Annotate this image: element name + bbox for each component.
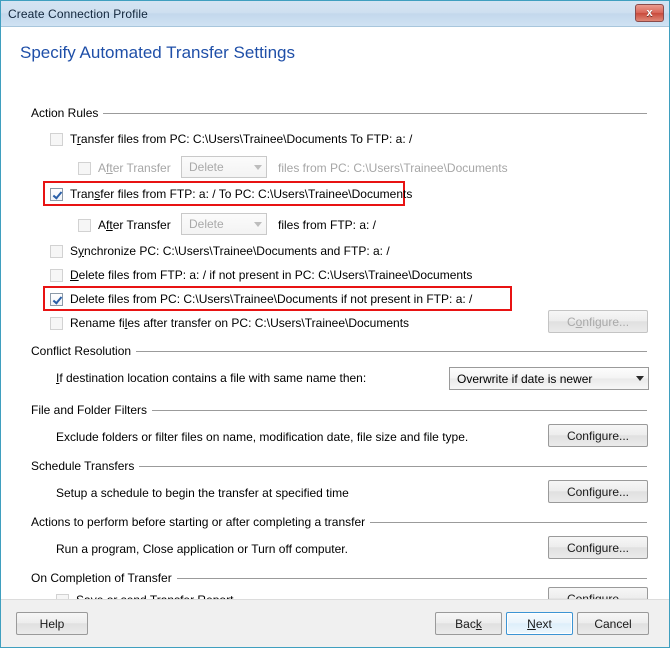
dropdown-value-after-transfer-action-ftp: Delete bbox=[189, 217, 224, 231]
schedule-transfers-description: Setup a schedule to begin the transfer a… bbox=[56, 486, 349, 500]
dropdown-value-conflict-resolution: Overwrite if date is newer bbox=[457, 371, 593, 386]
checkbox-row-after-transfer-ftp[interactable]: After Transfer bbox=[78, 218, 171, 232]
group-header-on-completion: On Completion of Transfer bbox=[31, 571, 647, 585]
file-folder-filters-label: Exclude folders or filter files on name,… bbox=[56, 430, 469, 444]
group-header-schedule-transfers: Schedule Transfers bbox=[31, 459, 647, 473]
next-button[interactable]: Next bbox=[506, 612, 573, 635]
checkbox-row-synchronize[interactable]: Synchronize PC: C:\Users\Trainee\Documen… bbox=[50, 244, 390, 258]
configure-button-filters-label: Configure... bbox=[566, 428, 630, 443]
checkbox-after-transfer-ftp[interactable] bbox=[78, 218, 91, 232]
group-header-actions-before-after: Actions to perform before starting or af… bbox=[31, 515, 647, 529]
dropdown-after-transfer-action-ftp[interactable]: Delete bbox=[181, 213, 267, 235]
dropdown-conflict-resolution[interactable]: Overwrite if date is newer bbox=[449, 367, 649, 390]
checkbox-transfer-pc-to-ftp[interactable] bbox=[50, 132, 63, 146]
back-button[interactable]: Back bbox=[435, 612, 502, 635]
configure-button-rename[interactable]: Configure... bbox=[548, 310, 648, 333]
checkbox-label-delete-pc-not-in-ftp: Delete files from PC: C:\Users\Trainee\D… bbox=[70, 292, 473, 306]
after-transfer-suffix-label-ftp: files from FTP: a: / bbox=[278, 218, 377, 232]
chevron-down-icon bbox=[254, 164, 262, 170]
checkbox-row-delete-ftp-not-in-pc[interactable]: Delete files from FTP: a: / if not prese… bbox=[50, 268, 472, 282]
group-divider bbox=[176, 578, 647, 579]
group-divider bbox=[103, 113, 647, 114]
actions-before-after-label: Run a program, Close application or Turn… bbox=[56, 542, 348, 556]
configure-button-filters[interactable]: Configure... bbox=[548, 424, 648, 447]
group-label-file-folder-filters: File and Folder Filters bbox=[31, 403, 148, 417]
conflict-resolution-description: If destination location contains a file … bbox=[56, 371, 366, 385]
checkbox-label-transfer-ftp-to-pc: Transfer files from FTP: a: / To PC: C:\… bbox=[70, 187, 413, 201]
file-folder-filters-description: Exclude folders or filter files on name,… bbox=[56, 430, 468, 444]
cancel-button[interactable]: Cancel bbox=[577, 612, 649, 635]
group-label-actions-before-after: Actions to perform before starting or af… bbox=[31, 515, 366, 529]
create-connection-profile-dialog: Create Connection Profile x Specify Auto… bbox=[0, 0, 670, 648]
checkbox-delete-pc-not-in-ftp[interactable] bbox=[50, 292, 63, 306]
group-header-file-folder-filters: File and Folder Filters bbox=[31, 403, 647, 417]
back-button-label: Back bbox=[455, 616, 482, 631]
group-divider bbox=[152, 410, 647, 411]
group-label-schedule-transfers: Schedule Transfers bbox=[31, 459, 135, 473]
checkbox-row-after-transfer-pc[interactable]: After Transfer bbox=[78, 161, 171, 175]
checkbox-synchronize[interactable] bbox=[50, 244, 63, 258]
configure-button-actions[interactable]: Configure... bbox=[548, 536, 648, 559]
group-header-conflict-resolution: Conflict Resolution bbox=[31, 344, 647, 358]
actions-before-after-description: Run a program, Close application or Turn… bbox=[56, 542, 348, 556]
close-icon[interactable]: x bbox=[635, 4, 664, 22]
dialog-footer: Help Back Next Cancel bbox=[1, 599, 669, 647]
configure-button-rename-label: Configure... bbox=[566, 314, 630, 329]
group-label-conflict-resolution: Conflict Resolution bbox=[31, 344, 132, 358]
checkbox-row-delete-pc-not-in-ftp[interactable]: Delete files from PC: C:\Users\Trainee\D… bbox=[50, 292, 472, 306]
checkbox-label-transfer-pc-to-ftp: Transfer files from PC: C:\Users\Trainee… bbox=[70, 132, 413, 146]
checkbox-transfer-ftp-to-pc[interactable] bbox=[50, 187, 63, 201]
checkbox-label-synchronize: Synchronize PC: C:\Users\Trainee\Documen… bbox=[70, 244, 390, 258]
conflict-resolution-label: If destination location contains a file … bbox=[56, 371, 367, 385]
dropdown-value-after-transfer-action-pc: Delete bbox=[189, 160, 224, 174]
configure-button-actions-label: Configure... bbox=[566, 540, 630, 555]
configure-button-schedule[interactable]: Configure... bbox=[548, 480, 648, 503]
window-title: Create Connection Profile bbox=[8, 6, 148, 21]
title-bar[interactable]: Create Connection Profile x bbox=[1, 1, 669, 27]
dropdown-after-transfer-action-pc[interactable]: Delete bbox=[181, 156, 267, 178]
dialog-body: Specify Automated Transfer Settings Acti… bbox=[1, 27, 669, 610]
group-divider bbox=[370, 522, 647, 523]
checkbox-row-transfer-pc-to-ftp[interactable]: Transfer files from PC: C:\Users\Trainee… bbox=[50, 132, 412, 146]
checkbox-label-after-transfer-ftp: After Transfer bbox=[98, 218, 171, 232]
group-header-action-rules: Action Rules bbox=[31, 106, 647, 120]
chevron-down-icon bbox=[636, 376, 644, 381]
after-transfer-suffix-pc: files from PC: C:\Users\Trainee\Document… bbox=[278, 161, 508, 175]
after-transfer-suffix-ftp: files from FTP: a: / bbox=[278, 218, 376, 232]
checkbox-row-rename-files[interactable]: Rename files after transfer on PC: C:\Us… bbox=[50, 316, 409, 330]
help-button[interactable]: Help bbox=[16, 612, 88, 635]
checkbox-row-transfer-ftp-to-pc[interactable]: Transfer files from FTP: a: / To PC: C:\… bbox=[50, 187, 412, 201]
schedule-transfers-label: Setup a schedule to begin the transfer a… bbox=[56, 486, 349, 500]
group-label-on-completion: On Completion of Transfer bbox=[31, 571, 172, 585]
group-divider bbox=[136, 351, 647, 352]
after-transfer-suffix-label-pc: files from PC: C:\Users\Trainee\Document… bbox=[278, 161, 508, 175]
checkbox-label-after-transfer-pc: After Transfer bbox=[98, 161, 171, 175]
group-label-action-rules: Action Rules bbox=[31, 106, 99, 120]
checkbox-label-delete-ftp-not-in-pc: Delete files from FTP: a: / if not prese… bbox=[70, 268, 473, 282]
group-divider bbox=[139, 466, 647, 467]
configure-button-schedule-label: Configure... bbox=[566, 484, 630, 499]
checkbox-rename-files[interactable] bbox=[50, 316, 63, 330]
checkbox-after-transfer-pc[interactable] bbox=[78, 161, 91, 175]
checkbox-delete-ftp-not-in-pc[interactable] bbox=[50, 268, 63, 282]
checkbox-label-rename-files: Rename files after transfer on PC: C:\Us… bbox=[70, 316, 410, 330]
chevron-down-icon bbox=[254, 221, 262, 227]
next-button-label: Next bbox=[527, 616, 552, 631]
page-title: Specify Automated Transfer Settings bbox=[20, 43, 295, 62]
